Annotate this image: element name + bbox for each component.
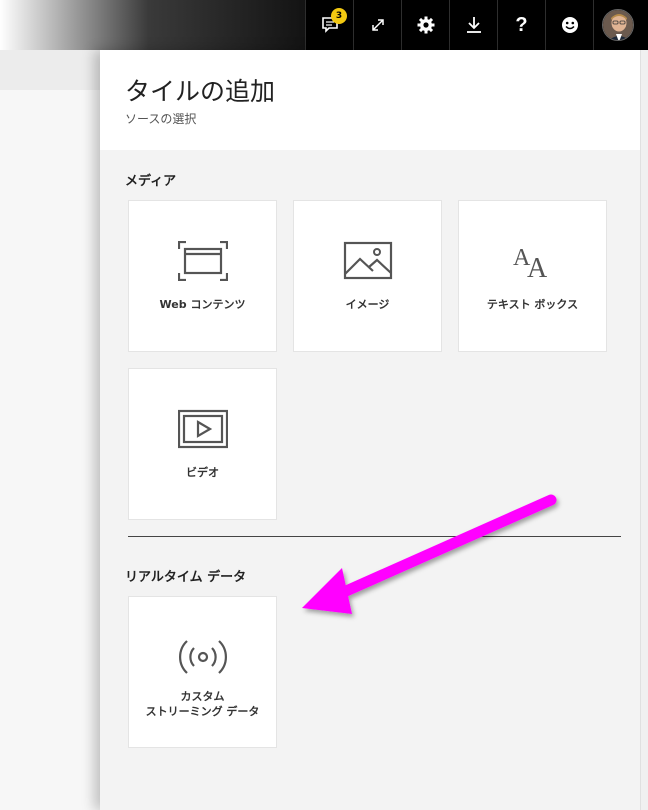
background-page — [0, 90, 100, 810]
tile-label: イメージ — [345, 298, 390, 311]
account-button[interactable] — [593, 0, 641, 50]
download-icon — [466, 17, 481, 33]
feedback-button[interactable] — [545, 0, 593, 50]
avatar — [601, 9, 634, 41]
add-tile-panel: タイルの追加 ソースの選択 メディア Web コンテンツ イメージ A A テキ… — [100, 50, 640, 810]
text-box-tile[interactable]: A A テキスト ボックス — [458, 200, 607, 352]
tile-label-line-1: カスタム — [180, 690, 225, 703]
background-strip — [0, 50, 100, 90]
panel-title: タイルの追加 — [125, 77, 276, 106]
svg-text:A: A — [527, 253, 548, 281]
video-icon — [177, 409, 228, 449]
smiley-icon — [561, 17, 578, 33]
help-icon: ? — [515, 13, 528, 36]
text-box-icon: A A — [513, 245, 548, 281]
section-divider — [128, 536, 621, 537]
fullscreen-button[interactable] — [353, 0, 401, 50]
notifications-button[interactable]: 3 — [305, 0, 353, 50]
tile-label: カスタム ストリーミング データ — [129, 689, 276, 719]
background-top-bar — [0, 0, 330, 50]
panel-subtitle: ソースの選択 — [125, 112, 197, 126]
tile-label-line-2: ストリーミング データ — [145, 705, 260, 718]
custom-streaming-data-tile[interactable]: カスタム ストリーミング データ — [128, 596, 277, 748]
tile-label: ビデオ — [186, 466, 219, 479]
help-button[interactable]: ? — [497, 0, 545, 50]
image-tile[interactable]: イメージ — [293, 200, 442, 352]
download-button[interactable] — [449, 0, 497, 50]
realtime-section-label: リアルタイム データ — [125, 570, 247, 585]
streaming-icon — [178, 640, 227, 674]
notification-count-badge: 3 — [331, 8, 347, 24]
panel-right-edge — [640, 50, 648, 810]
top-toolbar: 3 ? — [305, 0, 648, 50]
media-section-label: メディア — [125, 174, 177, 189]
video-tile[interactable]: ビデオ — [128, 368, 277, 520]
web-content-tile[interactable]: Web コンテンツ — [128, 200, 277, 352]
panel-header: タイルの追加 ソースの選択 — [100, 50, 640, 150]
tile-label: Web コンテンツ — [159, 298, 246, 311]
web-content-icon — [177, 241, 228, 281]
gear-icon — [417, 16, 434, 34]
fullscreen-icon — [371, 19, 384, 31]
settings-button[interactable] — [401, 0, 449, 50]
image-icon — [343, 241, 392, 280]
tile-label: テキスト ボックス — [486, 298, 579, 311]
